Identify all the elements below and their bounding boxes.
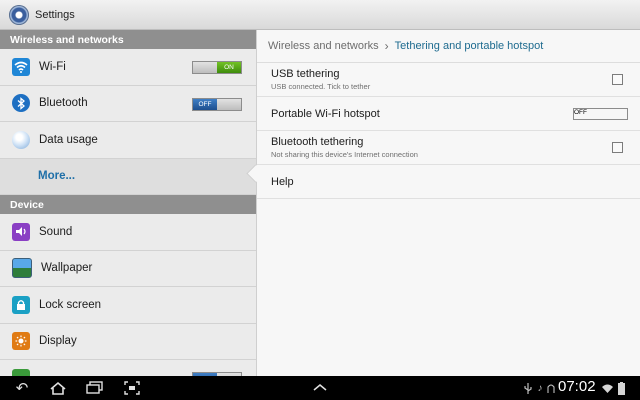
usb-tethering-checkbox[interactable] bbox=[612, 73, 623, 85]
mini-apps-tray-icon[interactable] bbox=[310, 378, 330, 396]
pref-summary: USB connected. Tick to tether bbox=[271, 82, 371, 91]
bluetooth-tethering-checkbox[interactable] bbox=[612, 141, 623, 153]
pref-title: USB tethering bbox=[271, 68, 340, 80]
wifi-icon bbox=[12, 57, 30, 76]
sidebar-item-label: More... bbox=[38, 170, 76, 183]
breadcrumb-parent[interactable]: Wireless and networks bbox=[268, 40, 379, 52]
help-row[interactable]: Help bbox=[257, 165, 640, 199]
screenshot-button-icon[interactable] bbox=[121, 379, 143, 397]
toggle-state-label: ON bbox=[217, 62, 241, 73]
pref-title: Bluetooth tethering bbox=[271, 136, 364, 148]
sidebar-item-more[interactable]: More... bbox=[0, 158, 256, 195]
hotspot-toggle[interactable]: OFF bbox=[573, 107, 628, 120]
sidebar-item-label: Wallpaper bbox=[41, 262, 93, 275]
title-bar: Settings bbox=[0, 0, 640, 30]
toggle-state-label: OFF bbox=[193, 98, 217, 110]
detail-panel: Wireless and networks › Tethering and po… bbox=[256, 30, 640, 376]
sidebar-item-label: Wi-Fi bbox=[39, 60, 66, 73]
bluetooth-icon bbox=[12, 94, 30, 113]
sidebar-item-label: Lock screen bbox=[39, 298, 102, 311]
lock-icon bbox=[12, 295, 30, 314]
notification-icon bbox=[546, 381, 556, 395]
home-button-icon[interactable] bbox=[46, 379, 70, 397]
music-icon: ♪ bbox=[537, 382, 543, 394]
sidebar-item-wifi[interactable]: Wi-Fi ON bbox=[0, 49, 256, 86]
usb-icon bbox=[522, 381, 534, 395]
portable-hotspot-row[interactable]: Portable Wi-Fi hotspot OFF bbox=[257, 97, 640, 131]
breadcrumb: Wireless and networks › Tethering and po… bbox=[257, 30, 640, 63]
system-navigation-bar: ↶ ♪ 07:02 bbox=[0, 376, 640, 400]
sidebar-item-sound[interactable]: Sound bbox=[0, 214, 256, 251]
breadcrumb-current: Tethering and portable hotspot bbox=[394, 40, 544, 52]
wifi-signal-icon bbox=[600, 380, 614, 396]
pref-title: Help bbox=[271, 175, 294, 188]
app-title: Settings bbox=[35, 8, 75, 21]
settings-gear-icon bbox=[9, 4, 29, 25]
sidebar-item-data-usage[interactable]: Data usage bbox=[0, 122, 256, 159]
sidebar-item-lock-screen[interactable]: Lock screen bbox=[0, 287, 256, 324]
data-usage-icon bbox=[12, 130, 30, 149]
sidebar-item-partial[interactable] bbox=[0, 360, 256, 376]
breadcrumb-separator-icon: › bbox=[384, 39, 389, 53]
bluetooth-tethering-row[interactable]: Bluetooth tethering Not sharing this dev… bbox=[257, 131, 640, 165]
back-button-icon[interactable]: ↶ bbox=[10, 379, 34, 397]
wallpaper-icon bbox=[12, 258, 32, 279]
section-header-wireless: Wireless and networks bbox=[0, 30, 256, 49]
settings-sidebar: Wireless and networks Wi-Fi ON Bluetooth… bbox=[0, 30, 256, 376]
recent-apps-button-icon[interactable] bbox=[84, 379, 106, 397]
pref-summary: Not sharing this device's Internet conne… bbox=[271, 150, 418, 159]
wifi-toggle[interactable]: ON bbox=[192, 61, 242, 74]
sidebar-item-bluetooth[interactable]: Bluetooth OFF bbox=[0, 85, 256, 122]
partial-icon bbox=[12, 369, 30, 376]
sidebar-item-display[interactable]: Display bbox=[0, 323, 256, 360]
display-icon bbox=[12, 332, 30, 351]
section-header-device: Device bbox=[0, 195, 256, 214]
sidebar-item-label: Sound bbox=[39, 225, 73, 238]
sidebar-item-label: Display bbox=[39, 335, 77, 348]
sound-icon bbox=[12, 222, 30, 241]
sidebar-item-wallpaper[interactable]: Wallpaper bbox=[0, 250, 256, 287]
battery-icon bbox=[616, 380, 626, 396]
sidebar-item-label: Bluetooth bbox=[39, 97, 88, 110]
bluetooth-toggle[interactable]: OFF bbox=[192, 97, 242, 111]
usb-tethering-row[interactable]: USB tethering USB connected. Tick to tet… bbox=[257, 63, 640, 97]
toggle-state-label: OFF bbox=[574, 108, 587, 116]
status-clock: 07:02 bbox=[558, 378, 596, 395]
sidebar-item-label: Data usage bbox=[39, 133, 98, 146]
